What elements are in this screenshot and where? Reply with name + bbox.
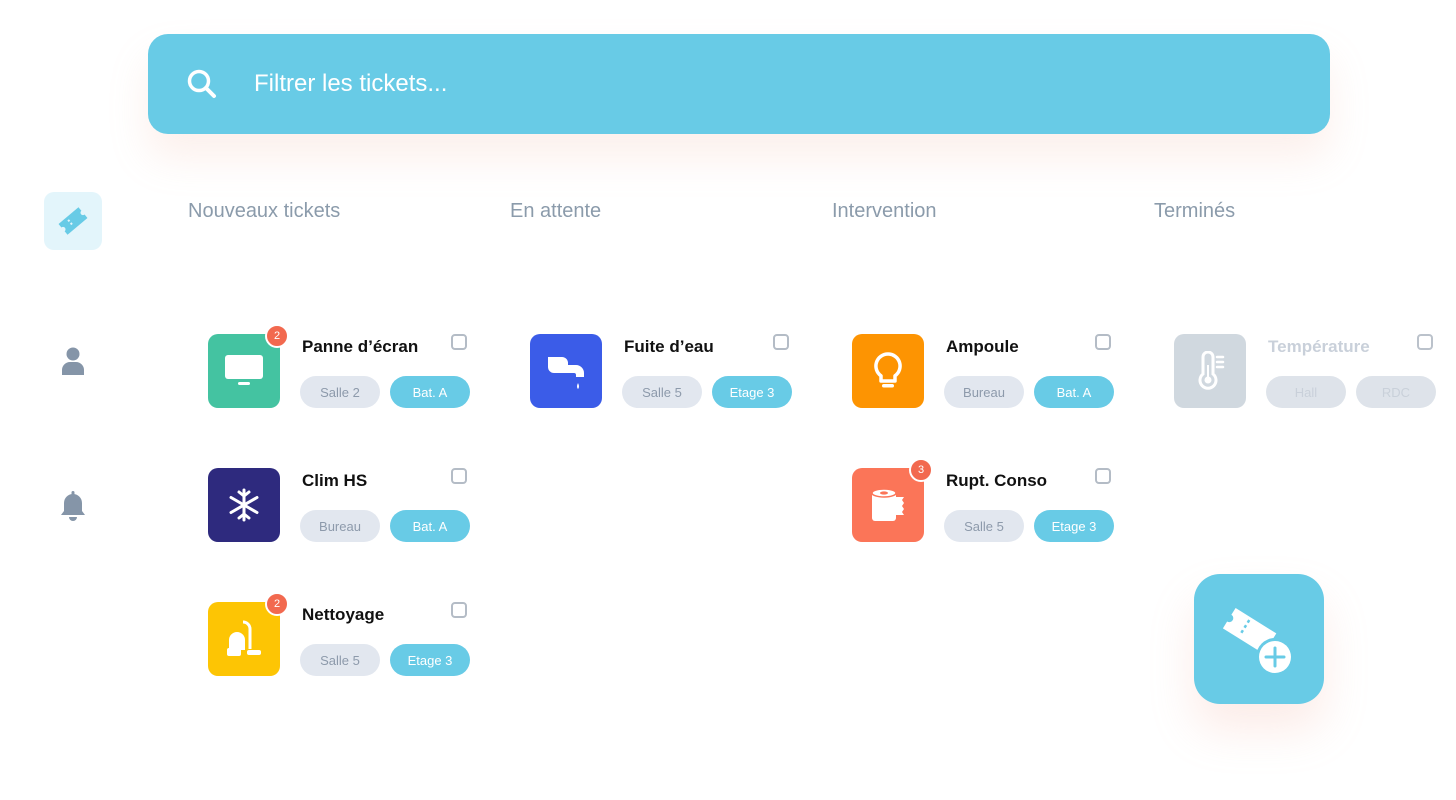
ticket-checkbox[interactable] xyxy=(1095,468,1111,484)
ticket-card-fuite-eau[interactable]: Fuite d’eau Salle 5 Etage 3 xyxy=(530,334,792,410)
ticket-card-nettoyage[interactable]: 2 Nettoyage Salle 5 Etage 3 xyxy=(208,592,470,678)
building-tag: Etage 3 xyxy=(1034,510,1114,542)
location-tag: Salle 5 xyxy=(944,510,1024,542)
column-header-intervention: Intervention xyxy=(832,200,937,222)
ticket-title: Fuite d’eau xyxy=(624,337,714,356)
sidebar-item-tickets[interactable] xyxy=(44,192,102,250)
building-tag: Bat. A xyxy=(390,376,470,408)
search-input[interactable] xyxy=(252,60,1156,108)
add-ticket-button[interactable] xyxy=(1194,574,1324,704)
location-tag: Salle 5 xyxy=(622,376,702,408)
search-icon xyxy=(187,69,216,98)
bell-icon xyxy=(61,491,85,521)
building-tag: Etage 3 xyxy=(712,376,792,408)
location-tag: Salle 5 xyxy=(300,644,380,676)
notification-badge: 3 xyxy=(909,458,933,482)
ticket-title: Panne d’écran xyxy=(302,337,419,356)
snowflake-icon xyxy=(229,488,259,522)
location-tag: Salle 2 xyxy=(300,376,380,408)
faucet-icon xyxy=(548,357,584,389)
thermometer-icon xyxy=(1198,351,1225,390)
column-header-done: Terminés xyxy=(1154,200,1236,222)
building-tag: Etage 3 xyxy=(390,644,470,676)
building-tag: RDC xyxy=(1356,376,1436,408)
column-header-pending: En attente xyxy=(510,200,602,222)
ticket-checkbox[interactable] xyxy=(451,602,467,618)
ticket-title: Nettoyage xyxy=(302,605,385,624)
ticket-title: Température xyxy=(1268,337,1370,356)
ticket-card-clim-hs[interactable]: Clim HS Bureau Bat. A xyxy=(208,468,470,544)
ticket-checkbox[interactable] xyxy=(451,334,467,350)
building-tag: Bat. A xyxy=(1034,376,1114,408)
location-tag: Bureau xyxy=(944,376,1024,408)
lightbulb-icon xyxy=(874,352,902,388)
sidebar-item-profile[interactable] xyxy=(44,332,102,390)
ticket-checkbox[interactable] xyxy=(773,334,789,350)
building-tag: Bat. A xyxy=(390,510,470,542)
ticket-checkbox[interactable] xyxy=(1417,334,1433,350)
user-icon xyxy=(62,347,84,375)
ticket-card-rupt-conso[interactable]: 3 Rupt. Conso Salle 5 Etage 3 xyxy=(852,458,1114,544)
location-tag: Hall xyxy=(1266,376,1346,408)
column-header-new: Nouveaux tickets xyxy=(188,200,341,222)
ticket-title: Ampoule xyxy=(946,337,1019,356)
ticket-icon-tile xyxy=(530,334,602,408)
ticket-checkbox[interactable] xyxy=(1095,334,1111,350)
add-ticket-icon xyxy=(1222,607,1294,676)
notification-badge: 2 xyxy=(265,324,289,348)
ticket-card-temperature[interactable]: Température Hall RDC xyxy=(1174,334,1436,410)
ticket-icon-tile xyxy=(852,334,924,408)
paper-roll-icon xyxy=(871,488,904,521)
ticket-card-ampoule[interactable]: Ampoule Bureau Bat. A xyxy=(852,334,1114,410)
ticket-icon-tile xyxy=(1174,334,1246,408)
ticket-title: Clim HS xyxy=(302,471,368,490)
ticket-icon xyxy=(58,207,88,235)
vacuum-icon xyxy=(227,620,261,656)
ticket-card-panne-ecran[interactable]: 2 Panne d’écran Salle 2 Bat. A xyxy=(208,324,470,410)
location-tag: Bureau xyxy=(300,510,380,542)
notification-badge: 2 xyxy=(265,592,289,616)
monitor-icon xyxy=(225,355,263,385)
ticket-icon-tile xyxy=(208,468,280,542)
ticket-checkbox[interactable] xyxy=(451,468,467,484)
ticket-title: Rupt. Conso xyxy=(946,471,1048,490)
sidebar-item-notifications[interactable] xyxy=(44,478,102,536)
